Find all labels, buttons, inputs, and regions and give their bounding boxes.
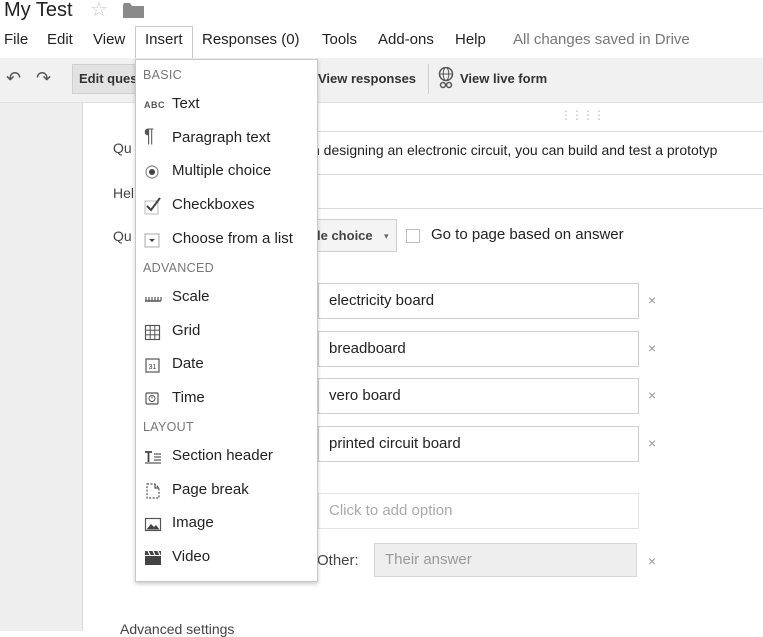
section-advanced: ADVANCED	[143, 261, 214, 275]
advanced-settings-toggle[interactable]: Advanced settings	[120, 621, 234, 637]
star-icon[interactable]: ☆	[90, 0, 108, 22]
checkmark-icon	[144, 197, 161, 215]
option-input[interactable]: vero board	[318, 378, 639, 414]
insert-dropdown-menu: BASIC ABC Text ¶ Paragraph text Multiple…	[135, 59, 318, 582]
question-type-label: Qu	[113, 228, 132, 244]
section-header-icon	[145, 451, 161, 464]
redo-icon[interactable]: ↷	[36, 68, 51, 89]
menu-tools[interactable]: Tools	[322, 31, 357, 49]
add-option-input[interactable]: Click to add option	[318, 493, 639, 529]
menu-item-page-break[interactable]: Page break	[136, 476, 317, 506]
help-text-input[interactable]	[300, 175, 763, 209]
edit-questions-tab[interactable]: Edit ques	[72, 64, 142, 94]
menu-edit[interactable]: Edit	[47, 31, 73, 49]
clock-icon	[145, 392, 159, 405]
menu-item-scale[interactable]: Scale	[136, 283, 317, 313]
menu-item-label: Multiple choice	[172, 162, 272, 179]
menu-item-section-header[interactable]: Section header	[136, 442, 317, 472]
question-title-input[interactable]: n designing an electronic circuit, you c…	[300, 131, 763, 175]
chevron-down-icon: ▾	[384, 231, 389, 241]
section-basic: BASIC	[143, 68, 183, 82]
radio-icon	[145, 165, 159, 179]
remove-option-icon[interactable]: ×	[648, 435, 656, 451]
folder-icon[interactable]	[123, 3, 144, 18]
option-input[interactable]: electricity board	[318, 283, 639, 319]
menu-file[interactable]: File	[4, 31, 28, 49]
menu-item-label: Text	[172, 95, 200, 112]
menu-item-time[interactable]: Time	[136, 384, 317, 414]
menu-item-label: Section header	[172, 447, 273, 464]
other-label: Other:	[317, 552, 359, 569]
drag-handle-icon[interactable]: ⋮⋮⋮⋮	[560, 108, 605, 122]
go-to-page-label: Go to page based on answer	[431, 226, 624, 243]
paragraph-icon: ¶	[144, 126, 155, 147]
view-live-form-button[interactable]: View live form	[460, 71, 547, 86]
other-answer-input[interactable]: Their answer	[374, 543, 637, 577]
menu-item-label: Choose from a list	[172, 230, 293, 247]
menu-responses[interactable]: Responses (0)	[202, 31, 300, 49]
menu-item-image[interactable]: Image	[136, 509, 317, 539]
remove-option-icon[interactable]: ×	[648, 292, 656, 308]
menu-item-text[interactable]: ABC Text	[136, 90, 317, 120]
menu-item-label: Video	[172, 548, 211, 565]
menu-item-label: Page break	[172, 481, 249, 498]
view-responses-button[interactable]: View responses	[318, 71, 416, 86]
remove-option-icon[interactable]: ×	[648, 340, 656, 356]
menu-item-label: Date	[172, 355, 204, 372]
video-icon	[145, 550, 161, 565]
globe-icon[interactable]	[438, 67, 454, 89]
remove-option-icon[interactable]: ×	[648, 387, 656, 403]
menu-view[interactable]: View	[93, 31, 125, 49]
save-status: All changes saved in Drive	[513, 31, 690, 48]
question-title-label: Qu	[113, 140, 132, 156]
undo-icon[interactable]: ↶	[6, 68, 21, 89]
menu-addons[interactable]: Add-ons	[378, 31, 434, 49]
scale-icon	[145, 297, 162, 302]
menu-item-label: Grid	[172, 322, 201, 339]
menu-item-label: Image	[172, 514, 214, 531]
dropdown-list-icon	[144, 233, 160, 248]
menu-item-checkboxes[interactable]: Checkboxes	[136, 191, 317, 221]
menu-item-paragraph-text[interactable]: ¶ Paragraph text	[136, 124, 317, 154]
grid-icon	[144, 324, 161, 341]
svg-text:31: 31	[149, 364, 157, 371]
left-gutter	[0, 103, 83, 631]
menu-item-choose-from-list[interactable]: Choose from a list	[136, 225, 317, 255]
go-to-page-checkbox[interactable]	[406, 229, 420, 243]
menu-item-multiple-choice[interactable]: Multiple choice	[136, 157, 317, 187]
menu-item-label: Scale	[172, 288, 210, 305]
menu-insert[interactable]: Insert	[145, 31, 183, 49]
menu-help[interactable]: Help	[455, 31, 486, 49]
document-title[interactable]: My Test	[4, 0, 73, 22]
menu-item-video[interactable]: Video	[136, 543, 317, 573]
calendar-icon: 31	[145, 358, 160, 373]
menu-item-date[interactable]: 31 Date	[136, 350, 317, 380]
page-break-icon	[146, 483, 160, 499]
option-input[interactable]: printed circuit board	[318, 426, 639, 462]
toolbar-divider	[428, 64, 429, 94]
text-abc-icon: ABC	[144, 100, 165, 110]
option-input[interactable]: breadboard	[318, 331, 639, 367]
menu-item-label: Paragraph text	[172, 129, 271, 146]
section-layout: LAYOUT	[143, 420, 194, 434]
remove-other-icon[interactable]: ×	[648, 553, 656, 569]
menu-item-grid[interactable]: Grid	[136, 317, 317, 347]
image-icon	[144, 517, 162, 532]
help-text-label: Hel	[113, 185, 135, 201]
menu-item-label: Time	[172, 389, 205, 406]
menu-item-label: Checkboxes	[172, 196, 255, 213]
